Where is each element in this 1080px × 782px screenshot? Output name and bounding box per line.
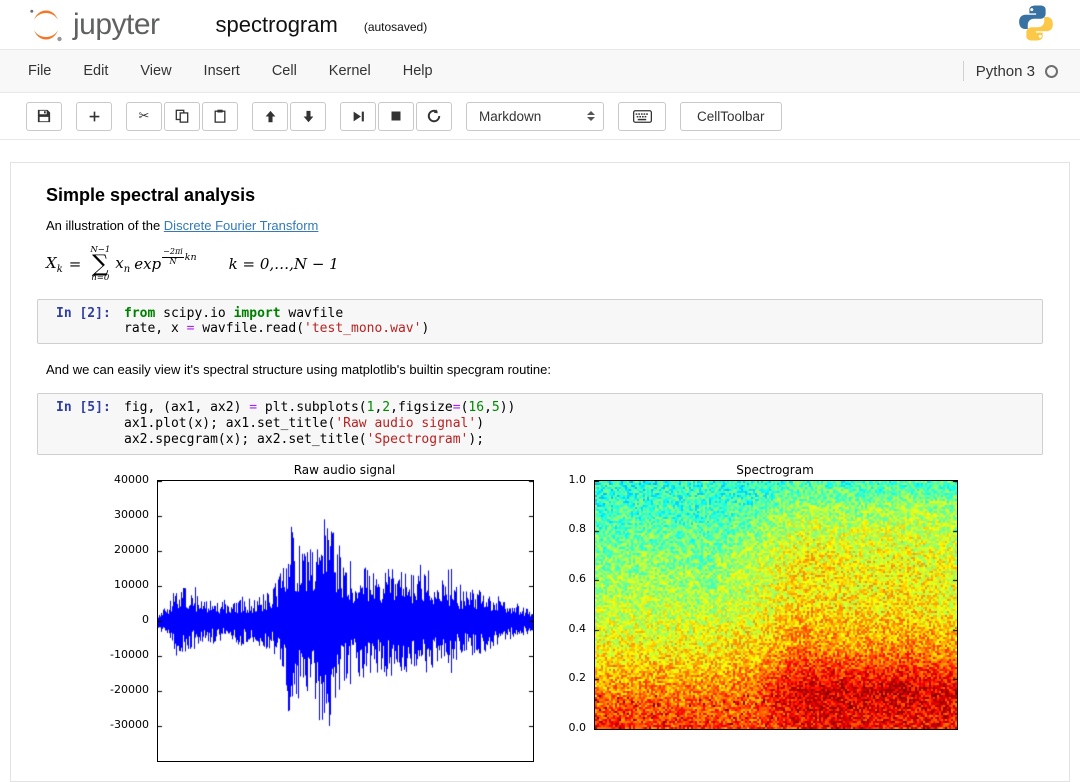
code-editor[interactable]: fig, (ax1, ax2) = plt.subplots(1,2,figsi… (124, 400, 1034, 448)
move-group (252, 101, 326, 131)
menu-view[interactable]: View (124, 63, 187, 79)
cell-type-select[interactable]: Markdown (466, 101, 604, 131)
kernel-indicator: Python 3 (962, 61, 1058, 81)
spectrogram-plot (594, 479, 958, 730)
jupyter-logo-icon (30, 9, 62, 41)
menu-kernel[interactable]: Kernel (313, 63, 387, 79)
run-group (340, 101, 452, 131)
menu-file[interactable]: File (12, 63, 67, 79)
waveform-yaxis: 40000 30000 20000 10000 0 -10000 -20000 -30000 (110, 472, 149, 731)
input-prompt: In [5]: (56, 400, 111, 416)
intro-text: An illustration of the (46, 218, 164, 233)
run-cell-button[interactable] (340, 101, 376, 131)
keyboard-icon (632, 109, 652, 123)
markdown-cell[interactable]: Simple spectral analysis An illustration… (11, 163, 1069, 283)
jupyter-wordmark: jupyter (73, 7, 160, 41)
menu-edit[interactable]: Edit (67, 63, 124, 79)
menu-help[interactable]: Help (387, 63, 449, 79)
spectrogram-figure: Spectrogram 1.0 0.8 0.6 0.4 0.2 0.0 (556, 462, 958, 734)
arrow-down-icon (303, 110, 313, 122)
kernel-idle-icon (1045, 64, 1058, 78)
celltoolbar-group: CellToolbar (680, 101, 782, 131)
dft-link[interactable]: Discrete Fourier Transform (164, 218, 319, 233)
kernel-divider (962, 61, 964, 81)
waveform-figure: Raw audio signal 40000 30000 20000 10000 0 -1… (110, 462, 534, 762)
input-prompt: In [2]: (56, 305, 111, 321)
step-forward-icon (353, 111, 364, 121)
formula-lhs: Xk (46, 253, 63, 275)
spectrogram-title: Spectrogram (736, 462, 814, 477)
waveform-title: Raw audio signal (293, 462, 396, 477)
jupyter-notebook-app: { "header": { "logo_text": "jupyter", "n… (0, 0, 1080, 782)
dft-formula: Xk = N−1 ∑ n=0 xn exp −2πi N kn k = 0,…,N… (46, 246, 1049, 283)
stop-icon (391, 111, 401, 121)
notebook-container: Simple spectral analysis An illustration… (10, 162, 1070, 782)
formula-equals: = (68, 255, 82, 274)
copy-cell-button[interactable] (164, 101, 200, 131)
cell-heading: Simple spectral analysis (46, 185, 256, 205)
waveform-plot (157, 479, 534, 762)
restart-kernel-button[interactable] (416, 101, 452, 131)
cell-type-value: Markdown (479, 108, 542, 124)
python-logo-icon (1016, 3, 1056, 48)
interrupt-kernel-button[interactable] (378, 101, 414, 131)
code-editor[interactable]: from scipy.io import wavfile rate, x = wa… (124, 306, 1034, 338)
menu-cell[interactable]: Cell (256, 63, 313, 79)
intro-paragraph: An illustration of the Discrete Fourier … (46, 218, 1049, 233)
formula-exponent: −2πi N kn (162, 246, 197, 266)
kernel-name: Python 3 (975, 62, 1035, 80)
markdown-cell-2[interactable]: And we can easily view it's spectral str… (46, 362, 1049, 377)
plus-icon (89, 111, 99, 121)
cut-cell-button[interactable]: ✂ (126, 101, 162, 131)
copy-icon (175, 109, 189, 123)
insert-group (76, 101, 112, 131)
jupyter-logo[interactable]: jupyter (26, 5, 160, 45)
paste-cell-button[interactable] (202, 101, 238, 131)
save-button[interactable] (26, 101, 62, 131)
insert-cell-below-button[interactable] (76, 101, 112, 131)
palette-group (618, 101, 666, 131)
move-cell-down-button[interactable] (290, 101, 326, 131)
save-group (26, 101, 62, 131)
restart-icon (427, 109, 441, 123)
save-icon (37, 109, 51, 123)
formula-sum: N−1 ∑ n=0 (90, 245, 111, 284)
formula-exp: exp (134, 255, 162, 274)
code-cell-2[interactable]: In [5]: fig, (ax1, ax2) = plt.subplots(1… (37, 393, 1043, 455)
menu-bar: File Edit View Insert Cell Kernel Help P… (0, 50, 1080, 93)
arrow-up-icon (265, 110, 275, 122)
cut-icon: ✂ (138, 108, 150, 124)
formula-condition: k = 0,…,N − 1 (228, 255, 339, 274)
paste-icon (214, 109, 226, 123)
spectrogram-yaxis: 1.0 0.8 0.6 0.4 0.2 0.0 (568, 472, 587, 734)
cell-output: Raw audio signal 40000 30000 20000 10000 0 -1… (110, 462, 1069, 762)
toolbar: ✂ Markdown CellToolbar (0, 93, 1080, 140)
notebook-header: jupyter spectrogram (autosaved) (0, 0, 1080, 50)
celltoolbar-button[interactable]: CellToolbar (680, 101, 782, 131)
command-palette-button[interactable] (618, 101, 666, 131)
formula-term: xn (115, 253, 131, 275)
notebook-title[interactable]: spectrogram (216, 12, 338, 38)
code-cell-1[interactable]: In [2]: from scipy.io import wavfile rate… (37, 298, 1043, 345)
move-cell-up-button[interactable] (252, 101, 288, 131)
autosave-status: (autosaved) (363, 20, 428, 34)
edit-group: ✂ (126, 101, 238, 131)
select-arrows-icon (587, 111, 595, 121)
menu-insert[interactable]: Insert (188, 63, 256, 79)
